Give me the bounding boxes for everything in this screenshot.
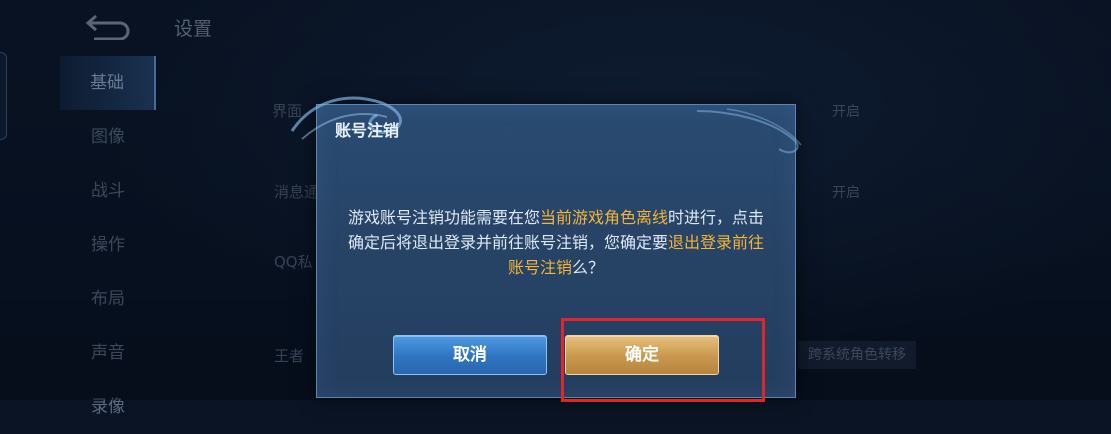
- message-text: 么？: [572, 258, 605, 277]
- cancel-button[interactable]: 取消: [393, 335, 547, 375]
- swirl-decoration: [696, 108, 802, 154]
- dialog-title: 账号注销: [335, 121, 400, 140]
- message-text: 游戏账号注销功能需要在您: [347, 208, 540, 227]
- message-highlight: 当前游戏角色离线: [539, 208, 668, 227]
- highlight-annotation-box: [561, 318, 765, 402]
- dialog-message: 游戏账号注销功能需要在您当前游戏角色离线时进行，点击确定后将退出登录并前往账号注…: [341, 205, 771, 280]
